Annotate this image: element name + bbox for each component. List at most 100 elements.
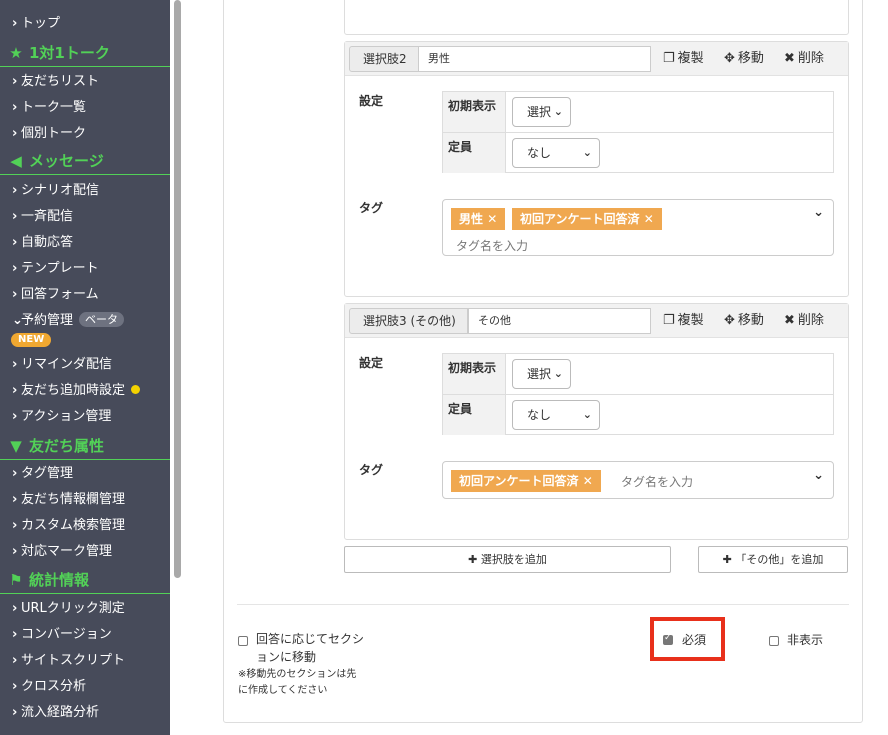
- sidebar-item-friend-add-settings[interactable]: › 友だち追加時設定: [0, 378, 170, 404]
- chevron-down-icon[interactable]: ⌄: [813, 205, 824, 220]
- sidebar-item-tag-management[interactable]: › タグ管理: [0, 461, 170, 487]
- delete-button[interactable]: ✖ 削除: [784, 308, 824, 334]
- chevron-down-icon[interactable]: ⌄: [813, 468, 824, 483]
- capacity-select[interactable]: なし ⌄: [512, 400, 600, 430]
- sidebar-item-reservation[interactable]: ⌄予約管理 ベータ: [0, 308, 170, 334]
- sidebar-item-inflow-analysis[interactable]: › 流入経路分析: [0, 700, 170, 726]
- capacity-label: 定員: [443, 395, 506, 435]
- delete-button[interactable]: ✖ 削除: [784, 46, 824, 72]
- capacity-select[interactable]: なし ⌄: [512, 138, 600, 168]
- chevron-right-icon: ›: [12, 627, 18, 642]
- sidebar-item-friend-info[interactable]: › 友だち情報欄管理: [0, 487, 170, 513]
- chevron-right-icon: ›: [12, 409, 18, 424]
- sidebar-item-broadcast[interactable]: › 一斉配信: [0, 204, 170, 230]
- initial-display-row: 初期表示 選択 ⌄: [443, 92, 833, 132]
- choice-label: 選択肢3 (その他): [349, 308, 468, 334]
- move-section-label: 回答に応じてセクシ ョンに移動: [256, 632, 365, 664]
- section-header-attr: ▼ 友だち属性: [0, 432, 170, 460]
- sidebar-item-auto-reply[interactable]: › 自動応答: [0, 230, 170, 256]
- tag-search-input[interactable]: タグ名を入力: [621, 473, 693, 490]
- add-other-button[interactable]: ✚ 「その他」を追加: [698, 546, 848, 573]
- chevron-right-icon: ›: [12, 466, 18, 481]
- choice-card: 選択肢2 男性 ❐ 複製 ✥ 移動 ✖ 削除 設定 初期表示 選択 ⌄ 定員 なし ⌄ タ…: [344, 41, 849, 297]
- sidebar-item-friend-list[interactable]: › 友だちリスト: [0, 69, 170, 95]
- choice-card: 選択肢3 (その他) その他 ❐ 複製 ✥ 移動 ✖ 削除 設定 初期表示 選択 ⌄ 定…: [344, 303, 849, 540]
- move-section-note: ※移動先のセクションは先 に作成してください: [238, 669, 357, 696]
- sidebar-nav: › トップ ★ 1対1トーク › 友だちリスト › トーク一覧 › 個別トーク ◀ メッセー…: [0, 0, 170, 735]
- chevron-right-icon: ›: [12, 235, 18, 250]
- sidebar-item-answer-form[interactable]: › 回答フォーム: [0, 282, 170, 308]
- chevron-right-icon: ›: [12, 209, 18, 224]
- sidebar-item-individual-talk[interactable]: › 個別トーク: [0, 121, 170, 147]
- chevron-right-icon: ›: [12, 74, 18, 89]
- initial-display-select[interactable]: 選択 ⌄: [512, 97, 571, 127]
- previous-choice-box: [344, 0, 849, 35]
- chevron-right-icon: ›: [12, 16, 18, 31]
- star-icon: ★: [9, 44, 23, 62]
- highlight-box: [650, 617, 725, 661]
- chevron-down-icon: ⌄: [553, 105, 563, 118]
- tag-remove-icon[interactable]: ✕: [644, 212, 654, 226]
- tag-search-input[interactable]: タグ名を入力: [456, 237, 528, 254]
- copy-icon: ❐: [663, 51, 675, 66]
- tag-remove-icon[interactable]: ✕: [583, 474, 593, 488]
- sidebar-item-site-script[interactable]: › サイトスクリプト: [0, 648, 170, 674]
- hidden-checkbox[interactable]: [769, 636, 779, 646]
- initial-display-select[interactable]: 選択 ⌄: [512, 359, 571, 389]
- hidden-label: 非表示: [787, 633, 824, 647]
- chevron-right-icon: ›: [12, 601, 18, 616]
- tag-input-box[interactable]: 初回アンケート回答済 ✕ タグ名を入力 ⌄: [442, 461, 834, 499]
- filter-icon: ▼: [10, 437, 22, 455]
- sidebar-item-scenario[interactable]: › シナリオ配信: [0, 178, 170, 204]
- move-section-checkbox[interactable]: [238, 636, 248, 646]
- sidebar-item-template[interactable]: › テンプレート: [0, 256, 170, 282]
- settings-table: 初期表示 選択 ⌄ 定員 なし ⌄: [442, 353, 834, 435]
- sidebar-item-talk-list[interactable]: › トーク一覧: [0, 95, 170, 121]
- sidebar-item-mark-management[interactable]: › 対応マーク管理: [0, 539, 170, 565]
- megaphone-icon: ◀: [10, 152, 22, 170]
- chevron-right-icon: ›: [12, 518, 18, 533]
- choice-value-input[interactable]: その他: [468, 308, 651, 334]
- move-button[interactable]: ✥ 移動: [724, 308, 764, 334]
- settings-table: 初期表示 選択 ⌄ 定員 なし ⌄: [442, 91, 834, 173]
- copy-button[interactable]: ❐ 複製: [663, 308, 704, 334]
- sidebar: › トップ ★ 1対1トーク › 友だちリスト › トーク一覧 › 個別トーク ◀ メッセー…: [0, 0, 185, 735]
- beta-badge: ベータ: [79, 312, 125, 327]
- tags-label: タグ: [359, 463, 384, 477]
- copy-button[interactable]: ❐ 複製: [663, 46, 704, 72]
- flag-icon: ⚑: [9, 571, 23, 589]
- initial-display-row: 初期表示 選択 ⌄: [443, 354, 833, 394]
- initial-display-label: 初期表示: [443, 354, 506, 394]
- choice-label: 選択肢2: [349, 46, 419, 72]
- move-button[interactable]: ✥ 移動: [724, 46, 764, 72]
- add-choice-button[interactable]: ✚ 選択肢を追加: [344, 546, 671, 573]
- sidebar-item-cross-analysis[interactable]: › クロス分析: [0, 674, 170, 700]
- choice-value-input[interactable]: 男性: [418, 46, 651, 72]
- choice-header: 選択肢3 (その他) その他 ❐ 複製 ✥ 移動 ✖ 削除: [345, 304, 848, 338]
- section-header-talk: ★ 1対1トーク: [0, 39, 170, 67]
- move-icon: ✥: [724, 51, 735, 66]
- tag-remove-icon[interactable]: ✕: [487, 212, 497, 226]
- chevron-right-icon: ›: [12, 261, 18, 276]
- chevron-down-icon: ⌄: [553, 367, 563, 380]
- tag-chip: 初回アンケート回答済 ✕: [512, 208, 662, 230]
- plus-icon: ✚: [722, 553, 732, 566]
- sidebar-item-conversion[interactable]: › コンバージョン: [0, 622, 170, 648]
- chevron-right-icon: ›: [12, 287, 18, 302]
- sidebar-item-top[interactable]: › トップ: [0, 11, 170, 37]
- sidebar-item-reminder[interactable]: › リマインダ配信: [0, 352, 170, 378]
- capacity-row: 定員 なし ⌄: [443, 132, 833, 173]
- choice-header: 選択肢2 男性 ❐ 複製 ✥ 移動 ✖ 削除: [345, 42, 848, 76]
- chevron-down-icon: ⌄: [582, 146, 592, 159]
- copy-icon: ❐: [663, 313, 675, 328]
- chevron-right-icon: ›: [12, 126, 18, 141]
- sidebar-scrollbar[interactable]: [174, 0, 181, 578]
- tag-chip: 男性 ✕: [451, 208, 506, 230]
- chevron-right-icon: ›: [12, 705, 18, 720]
- sidebar-item-action-management[interactable]: › アクション管理: [0, 404, 170, 430]
- section-header-message: ◀ メッセージ: [0, 147, 170, 175]
- sidebar-item-custom-search[interactable]: › カスタム検索管理: [0, 513, 170, 539]
- tag-input-box[interactable]: 男性 ✕ 初回アンケート回答済 ✕ タグ名を入力 ⌄: [442, 199, 834, 256]
- sidebar-item-url-click[interactable]: › URLクリック測定: [0, 596, 170, 622]
- chevron-right-icon: ›: [12, 183, 18, 198]
